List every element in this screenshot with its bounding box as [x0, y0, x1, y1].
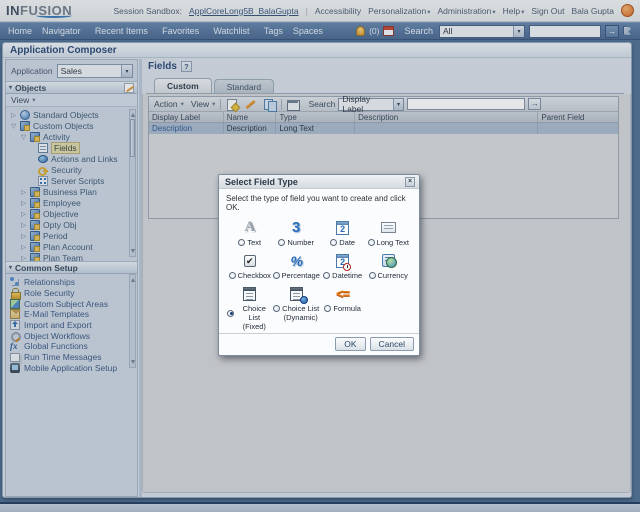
field-type-option-choice-list-dynamic[interactable]: Choice List (Dynamic)	[273, 280, 320, 331]
select-field-type-dialog: Select Field Type × Select the type of f…	[218, 174, 420, 356]
formula-field-icon: <=	[320, 284, 366, 303]
text-field-icon: A	[227, 218, 273, 237]
datetime-field-icon: 2	[320, 251, 366, 270]
field-type-option-date[interactable]: 2 Date	[320, 214, 366, 247]
radio-number[interactable]	[278, 239, 285, 246]
field-type-option-text[interactable]: A Text	[227, 214, 273, 247]
field-type-option-checkbox[interactable]: ✔ Checkbox	[227, 247, 273, 280]
percentage-field-icon: %	[273, 251, 320, 270]
close-icon[interactable]: ×	[405, 177, 415, 187]
currency-field-icon	[365, 251, 411, 270]
field-type-option-choice-list-fixed[interactable]: Choice List (Fixed)	[227, 280, 273, 331]
cancel-button[interactable]: Cancel	[370, 337, 414, 351]
field-type-option-datetime[interactable]: 2 Datetime	[320, 247, 366, 280]
radio-date[interactable]	[330, 239, 337, 246]
field-type-option-number[interactable]: 3 Number	[273, 214, 320, 247]
number-field-icon: 3	[273, 218, 320, 237]
dialog-title: Select Field Type	[225, 177, 298, 187]
field-type-option-long-text[interactable]: Long Text	[365, 214, 411, 247]
radio-currency[interactable]	[369, 272, 376, 279]
radio-choice-list-dynamic[interactable]	[273, 305, 280, 312]
dialog-subtitle: Select the type of field you want to cre…	[219, 189, 419, 214]
clock-icon	[343, 263, 351, 271]
radio-formula[interactable]	[324, 305, 331, 312]
date-field-icon: 2	[320, 218, 366, 237]
long-text-field-icon	[365, 218, 411, 237]
refresh-badge-icon	[300, 296, 308, 304]
field-type-option-currency[interactable]: Currency	[365, 247, 411, 280]
field-type-option-percentage[interactable]: % Percentage	[273, 247, 320, 280]
radio-percentage[interactable]	[273, 272, 280, 279]
choice-list-fixed-icon	[227, 284, 273, 303]
radio-checkbox[interactable]	[229, 272, 236, 279]
choice-list-dynamic-icon	[273, 284, 320, 303]
radio-choice-list-fixed[interactable]	[227, 310, 234, 317]
radio-long-text[interactable]	[368, 239, 375, 246]
radio-text[interactable]	[238, 239, 245, 246]
radio-datetime[interactable]	[323, 272, 330, 279]
ok-button[interactable]: OK	[335, 337, 365, 351]
field-type-grid: A Text 3 Number 2 Date Long Text ✔ Check…	[219, 214, 419, 333]
field-type-option-formula[interactable]: <= Formula	[320, 280, 366, 331]
checkbox-field-icon: ✔	[227, 251, 273, 270]
